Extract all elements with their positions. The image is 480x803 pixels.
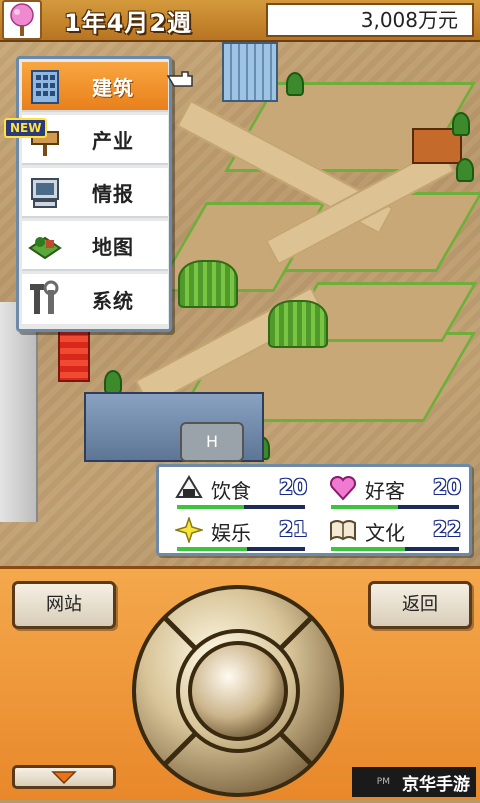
- sparkle-icon: [173, 515, 205, 545]
- top-bar: 1年4月2週 3,008万元: [0, 0, 480, 42]
- control-panel: 网站 返回 PM 京华手游: [0, 566, 480, 800]
- town-stats-panel: 饮食 20 好客 20 娱乐 21 文化 22: [156, 464, 472, 556]
- cherry-blossom-icon[interactable]: [2, 0, 42, 40]
- game-date: 1年4月2週: [64, 8, 193, 37]
- building-icon: [22, 63, 68, 109]
- stat-hospitality: 好客 20: [319, 471, 465, 511]
- watermark-text: 京华手游: [402, 774, 470, 795]
- computer-icon: [22, 169, 68, 215]
- menu-item-info[interactable]: 情报: [22, 168, 168, 218]
- bamboo-grove: [268, 300, 328, 348]
- menu-item-building[interactable]: 建筑: [22, 62, 168, 112]
- heliport[interactable]: H: [180, 422, 244, 462]
- menu-item-label: 系统: [92, 288, 134, 313]
- watermark-pm: PM: [376, 777, 390, 787]
- stat-value: 20: [433, 475, 461, 499]
- menu-item-system[interactable]: 系统: [22, 274, 168, 324]
- stat-culture: 文化 22: [319, 513, 465, 553]
- funds-display: 3,008万元: [266, 3, 474, 37]
- stat-bar: [331, 505, 459, 509]
- stat-label: 好客: [365, 479, 405, 503]
- white-building[interactable]: [0, 302, 38, 522]
- pointer-hand-icon: [166, 70, 194, 88]
- menu-item-label: 建筑: [92, 75, 134, 100]
- stat-label: 饮食: [211, 479, 251, 503]
- stat-food: 饮食 20: [165, 471, 311, 511]
- rice-ball-icon: [175, 475, 203, 501]
- skyscraper-building[interactable]: [222, 42, 278, 102]
- stat-bar: [331, 547, 459, 551]
- book-icon: [329, 517, 357, 543]
- new-badge: NEW: [4, 118, 48, 138]
- stat-value: 21: [279, 517, 307, 541]
- tree: [456, 158, 474, 182]
- stat-bar: [177, 547, 305, 551]
- tree: [452, 112, 470, 136]
- menu-item-label: 地图: [92, 234, 134, 259]
- menu-item-label: 产业: [92, 128, 134, 153]
- menu-item-map[interactable]: 地图: [22, 221, 168, 271]
- stat-entertainment: 娱乐 21: [165, 513, 311, 553]
- tools-icon: [22, 276, 68, 322]
- stat-bar: [177, 505, 305, 509]
- watermark: PM 京华手游: [352, 767, 476, 797]
- directional-pad[interactable]: [130, 583, 346, 799]
- stat-value: 20: [279, 475, 307, 499]
- main-menu: 建筑 产业 情报 地图 系统: [16, 56, 172, 332]
- heart-icon: [329, 475, 357, 501]
- stat-label: 文化: [365, 521, 405, 545]
- stat-value: 22: [433, 517, 461, 541]
- down-arrow-button[interactable]: [12, 765, 116, 789]
- triangle-down-icon: [51, 771, 77, 784]
- bamboo-grove: [178, 260, 238, 308]
- tree: [104, 370, 122, 394]
- tree: [286, 72, 304, 96]
- back-button[interactable]: 返回: [368, 581, 472, 629]
- website-button[interactable]: 网站: [12, 581, 116, 629]
- stat-label: 娱乐: [211, 521, 251, 545]
- map-icon: [22, 222, 68, 268]
- menu-item-label: 情报: [92, 181, 134, 206]
